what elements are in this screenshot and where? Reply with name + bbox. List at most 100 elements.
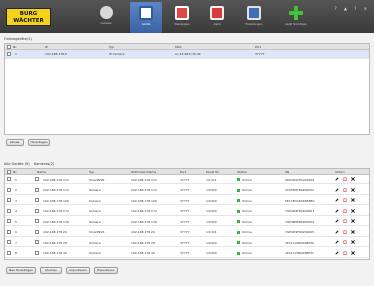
tab-all-devices[interactable]: Alle Geräte (9) <box>4 162 30 166</box>
table-row[interactable]: 2 192.168.178.113 Kamera 192.168.178.113 377… <box>5 186 369 195</box>
edit-icon[interactable] <box>335 177 339 181</box>
table-row[interactable]: 1 192.168.178.6 IP Camera ec:1d:98:fc:f0… <box>5 50 369 59</box>
cell-status: Online <box>237 188 252 192</box>
cell-port: 37777 <box>255 52 265 56</box>
online-devices-table: Nr. IP Typ MAC Port 1 192.168.178.6 IP C… <box>4 43 370 135</box>
col-ip[interactable]: IP <box>45 45 48 49</box>
table-row[interactable]: 1 192.168.178.113 SmartNVR 192.168.178.113 3… <box>5 175 369 184</box>
remove-icon[interactable] <box>351 187 355 192</box>
row-checkbox[interactable] <box>7 52 11 56</box>
table-row[interactable]: 6 192.168.178.20 SmartNVR 192.168.178.20 377… <box>5 228 369 237</box>
import-button[interactable]: Importieren <box>66 267 90 274</box>
table-row[interactable]: 8 192.168.178.30 Kamera 192.168.178.30 37777… <box>5 249 369 258</box>
edit-icon[interactable] <box>335 187 339 192</box>
col-type[interactable]: Typ <box>89 170 94 174</box>
cell-mac: ec:1d:98:fc:f0:4b <box>175 52 201 56</box>
cell-nr: 1 <box>15 177 17 182</box>
cell-name: 192.168.178.113 <box>43 177 69 182</box>
nav-add-device[interactable]: Gerät hinzufügen <box>276 2 316 33</box>
col-type[interactable]: Typ <box>109 45 114 49</box>
col-mac[interactable]: MAC <box>175 45 182 49</box>
row-checkbox[interactable] <box>7 219 11 223</box>
select-all-checkbox[interactable] <box>7 170 11 174</box>
delete-icon[interactable] <box>343 251 347 255</box>
select-all-checkbox[interactable] <box>7 45 11 49</box>
cell-sn: 7GE4B6PPAZ00004 <box>285 219 315 224</box>
settings-icon <box>247 6 261 20</box>
cell-status: Online <box>237 241 252 245</box>
row-checkbox[interactable] <box>7 198 11 202</box>
nav-playback[interactable]: Wiedergabe <box>166 2 198 33</box>
delete-icon[interactable] <box>343 219 347 223</box>
window-controls[interactable]: ? ▲ ? ✕ <box>335 6 371 11</box>
row-checkbox[interactable] <box>7 208 11 213</box>
cell-nr: 7 <box>15 240 17 245</box>
nav-alarm[interactable]: Alarm <box>201 2 233 33</box>
remove-icon[interactable] <box>351 177 355 181</box>
col-status[interactable]: Status <box>237 170 247 174</box>
cell-type: SmartNVR <box>89 177 105 182</box>
device-icon <box>35 198 39 202</box>
remove-icon[interactable] <box>351 208 355 213</box>
table-row[interactable]: 4 192.168.178.174 Kamera 192.168.178.174 377… <box>5 207 369 216</box>
remove-icon[interactable] <box>351 240 355 244</box>
tab-cameras[interactable]: Kameras(2) <box>34 162 54 166</box>
nav-label: Gerät hinzufügen <box>285 23 307 26</box>
col-name[interactable]: Name <box>37 170 46 174</box>
col-ip-domain[interactable]: IP/Domain-Name <box>131 170 156 174</box>
cell-name: 192.168.178.30 <box>43 251 67 255</box>
delete-icon[interactable] <box>343 177 347 181</box>
col-channel[interactable]: Kanal Nr. <box>206 170 219 174</box>
export-button[interactable]: Exportieren <box>94 267 118 274</box>
new-add-button[interactable]: Neu Hinzufügen <box>6 267 36 274</box>
cell-sn: 1EC1120PAZ4BE30 <box>285 240 314 245</box>
cell-status: Online <box>237 220 252 224</box>
cell-type: Kamera <box>89 209 101 213</box>
cell-channel: 1/1/0/1 <box>206 177 217 182</box>
cell-port: 37777 <box>180 177 190 182</box>
table-row[interactable]: 7 192.168.178.28 Kamera 192.168.178.28 37777… <box>5 238 369 247</box>
nav-label: Alarm <box>213 23 221 26</box>
delete-icon[interactable] <box>343 230 347 234</box>
row-checkbox[interactable] <box>7 229 11 234</box>
edit-icon[interactable] <box>335 250 339 255</box>
nav-settings[interactable]: Einstellungen <box>238 2 270 33</box>
cell-nr: 4 <box>15 209 17 213</box>
row-checkbox[interactable] <box>7 187 11 192</box>
nav-label: Geräte <box>141 23 151 26</box>
remove-icon[interactable] <box>351 229 355 234</box>
delete-icon[interactable] <box>343 240 347 244</box>
table-row[interactable]: 5 192.168.178.176 Kamera 192.168.178.176 377… <box>5 217 369 226</box>
col-port[interactable]: Port <box>255 45 261 49</box>
add-button[interactable]: Hinzufügen <box>28 139 50 146</box>
status-online-icon <box>237 251 240 255</box>
cell-status: Online <box>237 251 252 255</box>
delete-button[interactable]: Löschen <box>40 267 62 274</box>
edit-icon[interactable] <box>335 219 339 223</box>
col-sn[interactable]: SN <box>285 170 289 174</box>
remove-icon[interactable] <box>351 250 355 255</box>
edit-icon[interactable] <box>335 229 339 234</box>
edit-icon[interactable] <box>335 208 339 213</box>
edit-icon[interactable] <box>335 240 339 244</box>
table-row[interactable]: 3 192.168.178.160 Kamera 192.168.178.160 377… <box>5 196 369 205</box>
cell-sn: 5E11EDAPAZ4B3B0 <box>285 198 315 203</box>
edit-icon[interactable] <box>335 198 339 202</box>
remove-icon[interactable] <box>351 219 355 223</box>
row-checkbox[interactable] <box>7 250 11 255</box>
row-checkbox[interactable] <box>7 177 11 181</box>
cell-nr: 3 <box>15 198 17 203</box>
delete-icon[interactable] <box>343 188 347 192</box>
cell-ip: 192.168.178.6 <box>45 52 67 56</box>
cell-name: 192.168.178.20 <box>43 230 67 234</box>
col-port[interactable]: Port <box>180 170 186 174</box>
nav-devices[interactable]: Geräte <box>130 2 162 33</box>
top-toolbar: BURG WÄCHTER Liveview Geräte Wiedergabe … <box>0 0 374 33</box>
device-icon <box>35 250 39 255</box>
nav-liveview[interactable]: Liveview <box>90 2 122 33</box>
delete-icon[interactable] <box>343 198 347 202</box>
delete-icon[interactable] <box>343 209 347 213</box>
row-checkbox[interactable] <box>7 240 11 244</box>
remove-icon[interactable] <box>351 198 355 202</box>
refresh-button[interactable]: Aktual. <box>6 139 24 146</box>
